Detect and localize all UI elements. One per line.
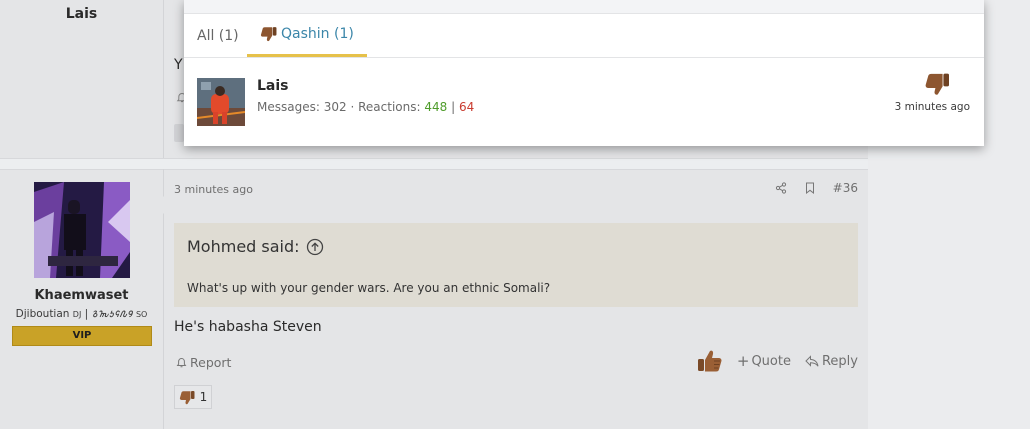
thumbs-up-icon[interactable]	[697, 349, 723, 373]
thumbs-down-icon	[179, 390, 195, 405]
post-tools: #36	[775, 181, 858, 195]
messages-count: 302	[323, 100, 347, 114]
user-title-script: 𐒈𐒝𐒑𐒛𐒐𐒘	[91, 308, 133, 320]
quote-block: Mohmed said: What's up with your gender …	[174, 223, 858, 307]
dialog-header-strip	[184, 0, 984, 14]
reactions-divider: |	[451, 100, 456, 114]
quote-author[interactable]: Mohmed said:	[187, 237, 300, 256]
reply-icon	[805, 355, 819, 367]
reactions-label: Reactions:	[358, 100, 421, 114]
tab-all[interactable]: All (1)	[197, 28, 239, 44]
plus-icon: +	[736, 351, 750, 370]
stats-separator: ·	[350, 100, 355, 114]
post-actions: + Quote Reply	[697, 349, 858, 373]
tab-qashin-label: Qashin (1)	[281, 26, 354, 42]
thumbs-down-icon	[924, 72, 950, 96]
user-title-separator: |	[84, 308, 89, 320]
reaction-time: 3 minutes ago	[894, 101, 970, 113]
bell-icon	[176, 357, 187, 369]
user-title: Djiboutian DJ | 𐒈𐒝𐒑𐒛𐒐𐒘 SO	[0, 308, 163, 321]
reactions-positive: 448	[424, 100, 448, 114]
post-username[interactable]: Khaemwaset	[0, 288, 163, 303]
post-user-panel: Khaemwaset Djiboutian DJ | 𐒈𐒝𐒑𐒛𐒐𐒘 SO VIP	[0, 169, 164, 429]
reply-button[interactable]: Reply	[805, 354, 858, 369]
reactor-name[interactable]: Lais	[257, 78, 289, 94]
user-title-country: Djiboutian	[15, 308, 70, 320]
messages-label: Messages:	[257, 100, 320, 114]
user-title-flag-dj: DJ	[72, 310, 82, 319]
post-arrow	[155, 196, 164, 214]
post-timestamp[interactable]: 3 minutes ago	[174, 183, 253, 196]
reactions-dialog: All (1) Qashin (1) Lais Messages: 302 · …	[184, 0, 984, 146]
previous-post-text: Y	[174, 57, 183, 73]
bookmark-icon[interactable]	[805, 182, 815, 194]
reactor-avatar[interactable]	[197, 78, 245, 126]
quote-button-label: Quote	[751, 353, 791, 369]
tab-qashin[interactable]: Qashin (1)	[247, 24, 367, 57]
share-icon[interactable]	[775, 182, 787, 194]
previous-post-user-panel: Lais	[0, 0, 164, 158]
quote-button[interactable]: + Quote	[736, 351, 791, 370]
report-link[interactable]: Report	[176, 355, 231, 370]
reactor-stats: Messages: 302 · Reactions: 448 | 64	[257, 100, 474, 114]
reply-button-label: Reply	[821, 353, 858, 369]
reactions-negative: 64	[458, 100, 475, 114]
previous-post-reaction-chip[interactable]	[174, 124, 184, 142]
post-text: He's habasha Steven	[174, 319, 322, 335]
thumbs-down-icon	[260, 26, 277, 42]
previous-post-username[interactable]: Lais	[0, 6, 163, 22]
reaction-summary[interactable]: 1	[174, 385, 212, 409]
post-body: 3 minutes ago #36 Mohmed said: What's up…	[155, 169, 868, 429]
user-title-flag-so: SO	[135, 310, 148, 319]
reaction-count: 1	[199, 390, 208, 404]
reaction-tabs: All (1) Qashin (1)	[184, 14, 984, 58]
quote-header: Mohmed said:	[187, 237, 324, 256]
vip-badge: VIP	[12, 326, 152, 346]
quote-text: What's up with your gender wars. Are you…	[187, 281, 551, 295]
post-number[interactable]: #36	[833, 181, 858, 195]
avatar[interactable]	[34, 182, 130, 278]
circle-arrow-up-icon[interactable]	[306, 238, 324, 256]
report-label: Report	[190, 355, 232, 370]
